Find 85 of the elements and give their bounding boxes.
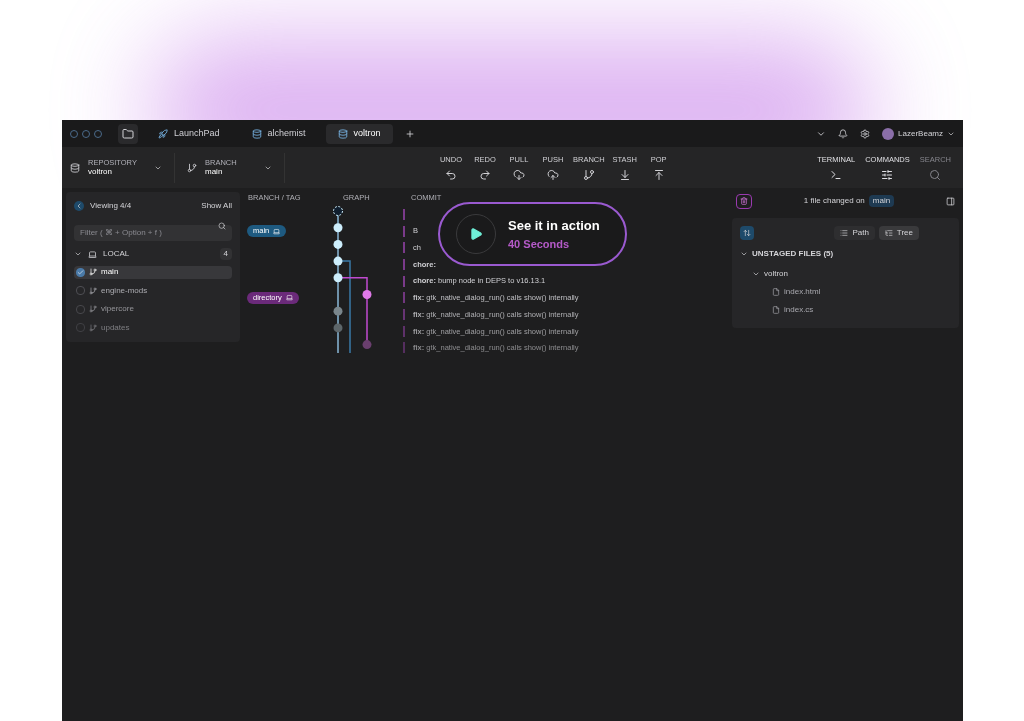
branch-count: 4 [219,248,232,260]
redo-icon [479,169,491,182]
video-title: See it in action [508,217,600,235]
branch-item[interactable]: updates [74,321,232,334]
database-icon [337,128,348,139]
checkbox[interactable] [76,286,85,296]
commit-row-marker [403,208,405,220]
view-toggle[interactable]: Path [834,226,875,240]
folder-icon [122,127,134,140]
branch-label: main [868,195,895,207]
chevron-down-icon[interactable] [74,250,82,258]
notification-icon[interactable] [838,128,849,139]
commit-row-marker [403,258,405,270]
chevron-down-icon[interactable] [752,270,760,278]
file-icon [772,306,780,314]
database-icon [70,162,80,173]
back-button[interactable] [74,201,84,211]
branch-item[interactable]: engine-mods [74,284,232,297]
branch-item[interactable]: vipercore [74,303,232,316]
sort-icon [743,229,751,237]
discard-button[interactable] [736,193,752,209]
search-icon [218,222,226,230]
branch-icon [89,323,97,332]
terminal-icon [830,169,843,182]
settings-icon[interactable] [860,128,871,139]
repo-tab[interactable]: voltron [325,123,393,144]
panel-icon[interactable] [946,196,955,206]
check-icon [77,268,84,276]
commit-row-marker [403,242,405,254]
commit-row-marker [403,225,405,237]
laptop-icon [88,249,97,259]
sliders-icon [881,169,894,182]
chevron-down-icon[interactable] [740,250,748,258]
file-name[interactable]: index.cs [784,304,814,316]
checkbox[interactable] [76,304,85,314]
tree-icon [884,229,893,237]
file-name[interactable]: index.html [784,286,821,298]
avatar[interactable] [882,127,895,140]
commit-row-marker [403,342,405,354]
branch-icon [89,286,97,295]
branch-icon [582,169,595,182]
section-title: LOCAL [103,248,130,260]
folder-button[interactable] [118,123,138,144]
back-icon [75,202,83,210]
commit-row-marker [403,308,405,320]
section-title: UNSTAGED FILES (5) [752,248,834,260]
cloud-download-icon [513,169,525,182]
video-duration: 40 Seconds [508,236,570,252]
viewing-count: Viewing 4/4 [90,200,132,212]
upload-arrow-icon [652,169,665,182]
laptop-icon [285,294,293,302]
file-icon [772,288,780,296]
show-all-button[interactable]: Show All [201,200,232,212]
checkbox[interactable] [76,323,85,333]
branch-icon [187,162,197,173]
search-icon [929,169,942,182]
folder-name[interactable]: voltron [764,268,788,280]
checkbox[interactable] [76,267,85,277]
commit-row-marker [403,292,405,304]
commit-row-marker [403,275,405,287]
filter-field[interactable]: Filter ( ⌘ + Option + f ) [74,224,232,241]
view-toggle[interactable]: Tree [878,226,919,240]
trash-icon [740,197,748,205]
rocket-icon [158,128,168,139]
commit-row-marker [403,325,405,337]
undo-icon [445,169,457,182]
branch-icon [89,268,97,277]
repo-tab[interactable]: alchemist [239,123,318,144]
sort-button[interactable] [740,226,754,240]
branch-name: main [101,266,119,279]
changes-summary: 1 file changed on [803,195,865,207]
branch-name: engine-mods [101,284,148,297]
branch-icon [89,305,97,314]
play-video-button[interactable]: See it in action 40 Seconds [438,202,627,266]
repo-tab[interactable]: LaunchPad [146,123,232,144]
branch-item[interactable]: main [74,266,232,279]
user-name[interactable]: LazerBeamz [898,127,943,140]
branch-name: vipercore [101,303,134,316]
branch-name: updates [101,321,130,334]
laptop-icon [273,227,281,235]
download-arrow-icon [618,169,631,182]
list-icon [840,229,849,237]
database-icon [251,128,262,139]
add-tab-icon[interactable] [404,128,415,139]
cloud-upload-icon [547,169,559,182]
